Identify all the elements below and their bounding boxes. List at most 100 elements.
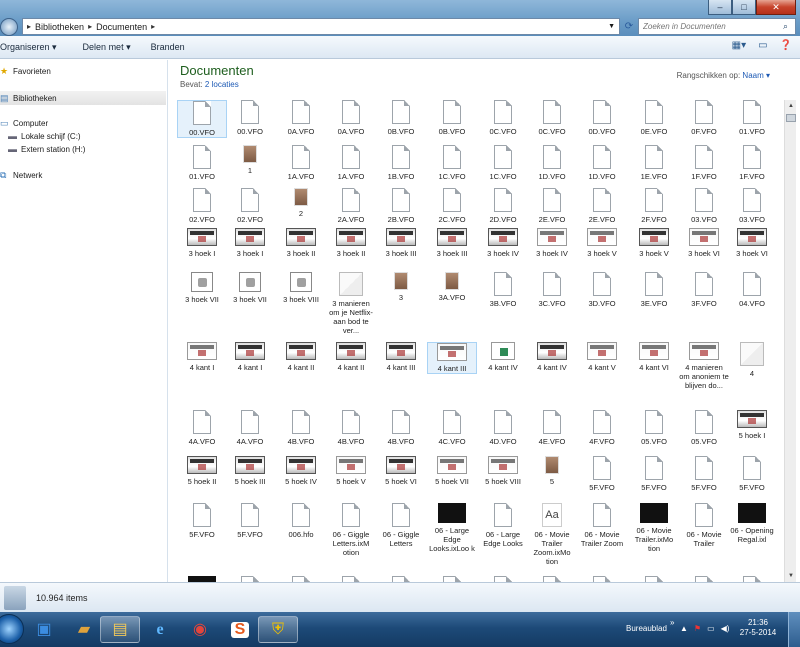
- start-button[interactable]: [0, 614, 24, 644]
- file-item[interactable]: 06 - Large Edge Looks: [478, 503, 528, 548]
- file-item[interactable]: 5 hoek I: [727, 410, 777, 440]
- file-item[interactable]: 00.VFO: [177, 100, 227, 138]
- file-item[interactable]: 0C.VFO: [527, 100, 577, 136]
- maximize-button[interactable]: □: [732, 0, 756, 15]
- file-item[interactable]: 5 hoek VIII: [478, 456, 528, 486]
- file-item[interactable]: 00.VFO: [225, 100, 275, 136]
- file-item[interactable]: 5F.VFO: [225, 503, 275, 539]
- arrange-dropdown[interactable]: Naam ▾: [742, 71, 770, 80]
- file-item[interactable]: 5F.VFO: [629, 456, 679, 492]
- refresh-icon[interactable]: ⟳: [622, 18, 636, 35]
- file-item[interactable]: 1A.VFO: [276, 145, 326, 181]
- file-item[interactable]: 1F.VFO: [727, 145, 777, 181]
- sidebar-item-libraries[interactable]: ▤ Bibliotheken: [0, 91, 166, 105]
- file-item[interactable]: 3 manieren om je Netflix-aan bod te ver.…: [326, 272, 376, 335]
- file-item[interactable]: 06 - Movie Trailer.ixMo tion: [629, 503, 679, 553]
- file-item[interactable]: 5F.VFO: [727, 456, 777, 492]
- file-item[interactable]: 2F.VFO: [629, 188, 679, 224]
- file-item[interactable]: 4B.VFO: [376, 410, 426, 446]
- taskbar-internet-explorer[interactable]: e: [140, 616, 180, 643]
- share-button[interactable]: Delen met ▾: [83, 42, 141, 53]
- file-item[interactable]: 4B.VFO: [326, 410, 376, 446]
- file-item[interactable]: 3C.VFO: [527, 272, 577, 308]
- sidebar-item-network[interactable]: ⧉ Netwerk: [0, 171, 42, 181]
- file-item[interactable]: 4 kant I: [177, 342, 227, 372]
- file-item[interactable]: 3 hoek III: [376, 228, 426, 258]
- file-item[interactable]: 0F.VFO: [679, 100, 729, 136]
- file-item[interactable]: 2B.VFO: [376, 188, 426, 224]
- file-item[interactable]: 3: [376, 272, 426, 302]
- file-item[interactable]: 06 - Giggle Letters: [376, 503, 426, 548]
- file-item[interactable]: 2D.VFO: [478, 188, 528, 224]
- taskbar-app-2[interactable]: ▰: [64, 616, 104, 643]
- address-dropdown-icon[interactable]: ▼: [608, 23, 615, 30]
- file-item[interactable]: 1C.VFO: [427, 145, 477, 181]
- file-item[interactable]: 0B.VFO: [376, 100, 426, 136]
- file-item[interactable]: 4B.VFO: [276, 410, 326, 446]
- file-item[interactable]: 02.VFO: [225, 188, 275, 224]
- file-item[interactable]: 3 hoek VII: [177, 272, 227, 304]
- file-item[interactable]: 0E.VFO: [629, 100, 679, 136]
- scroll-up-icon[interactable]: ▲: [785, 100, 797, 112]
- network-tray-icon[interactable]: ▭: [707, 624, 715, 633]
- search-input[interactable]: [643, 22, 783, 31]
- file-item[interactable]: 4 kant V: [577, 342, 627, 372]
- file-item[interactable]: 3 hoek VI: [727, 228, 777, 258]
- file-item[interactable]: 3 hoek I: [225, 228, 275, 258]
- file-item[interactable]: 2: [276, 188, 326, 218]
- file-item[interactable]: 5 hoek VI: [376, 456, 426, 486]
- file-item[interactable]: 4 kant VI: [629, 342, 679, 372]
- file-item[interactable]: 3 hoek VIII: [276, 272, 326, 304]
- file-item[interactable]: 4 kant III: [376, 342, 426, 372]
- file-item[interactable]: 006.hfo: [276, 503, 326, 539]
- file-item[interactable]: 06 - Opening Regal.ixl: [727, 503, 777, 544]
- file-item[interactable]: 1F.VFO: [679, 145, 729, 181]
- file-item[interactable]: 4A.VFO: [225, 410, 275, 446]
- address-bar[interactable]: ▸ Bibliotheken ▸ Documenten ▸ ▼: [22, 18, 620, 35]
- file-item[interactable]: 3B.VFO: [478, 272, 528, 308]
- file-item[interactable]: 01.VFO: [177, 145, 227, 181]
- sidebar-item-favorites[interactable]: ★ Favorieten: [0, 67, 51, 77]
- file-item[interactable]: 06 - Giggle Letters.ixM otion: [326, 503, 376, 557]
- file-item[interactable]: 2E.VFO: [577, 188, 627, 224]
- chevron-right-icon[interactable]: ▸: [88, 22, 92, 31]
- taskbar-explorer[interactable]: ▤: [100, 616, 140, 643]
- file-item[interactable]: 0C.VFO: [478, 100, 528, 136]
- search-icon[interactable]: ⌕: [783, 21, 788, 32]
- show-desktop-button[interactable]: [788, 612, 800, 647]
- taskbar-media-player[interactable]: ▣: [24, 616, 64, 643]
- file-item[interactable]: 4C.VFO: [427, 410, 477, 446]
- file-item[interactable]: 2C.VFO: [427, 188, 477, 224]
- file-item[interactable]: 0A.VFO: [326, 100, 376, 136]
- file-item[interactable]: 3A.VFO: [427, 272, 477, 302]
- file-item[interactable]: 5F.VFO: [177, 503, 227, 539]
- file-item[interactable]: 5 hoek II: [177, 456, 227, 486]
- file-item[interactable]: 1B.VFO: [376, 145, 426, 181]
- file-item[interactable]: 4 kant II: [276, 342, 326, 372]
- desktop-toolbar-label[interactable]: Bureaublad: [626, 624, 667, 633]
- file-item[interactable]: 03.VFO: [679, 188, 729, 224]
- sidebar-item-computer[interactable]: ▭ Computer: [0, 119, 48, 129]
- taskbar-chrome[interactable]: ◉: [180, 616, 220, 643]
- file-item[interactable]: 2E.VFO: [527, 188, 577, 224]
- minimize-button[interactable]: –: [708, 0, 732, 15]
- file-item[interactable]: 4E.VFO: [527, 410, 577, 446]
- sidebar-item-external-drive[interactable]: ▬ Extern station (H:): [8, 145, 85, 155]
- volume-icon[interactable]: ◀): [721, 624, 730, 633]
- file-item[interactable]: 3E.VFO: [629, 272, 679, 308]
- file-item[interactable]: 3 hoek IV: [478, 228, 528, 258]
- burn-button[interactable]: Branden: [151, 42, 195, 52]
- taskbar-app-s[interactable]: S: [220, 616, 260, 643]
- file-item[interactable]: 5F.VFO: [679, 456, 729, 492]
- file-item[interactable]: 0B.VFO: [427, 100, 477, 136]
- vertical-scrollbar[interactable]: ▲ ▼: [784, 100, 796, 582]
- file-item[interactable]: 1A.VFO: [326, 145, 376, 181]
- file-item[interactable]: 5 hoek III: [225, 456, 275, 486]
- help-icon[interactable]: ❓: [780, 40, 792, 51]
- file-item[interactable]: 3 hoek II: [326, 228, 376, 258]
- file-item[interactable]: 0A.VFO: [276, 100, 326, 136]
- file-item[interactable]: 1D.VFO: [577, 145, 627, 181]
- scroll-down-icon[interactable]: ▼: [785, 570, 797, 582]
- file-item[interactable]: 3D.VFO: [577, 272, 627, 308]
- scroll-thumb[interactable]: [786, 114, 796, 122]
